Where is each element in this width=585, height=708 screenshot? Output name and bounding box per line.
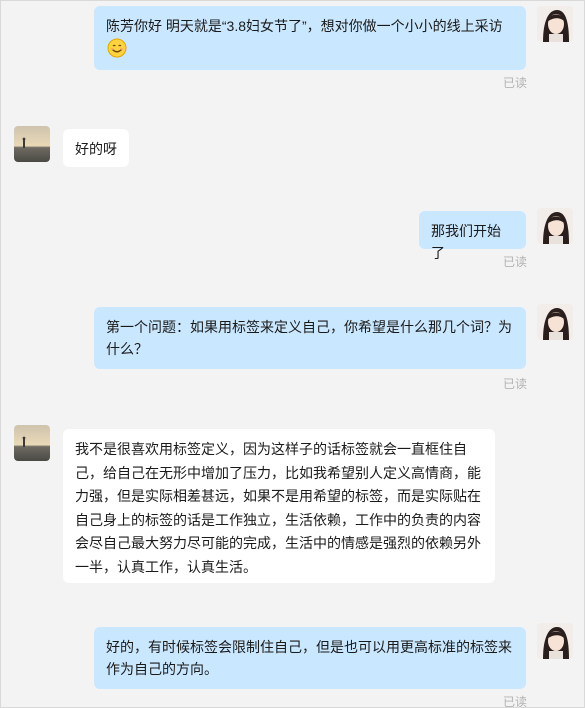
message-text: 我不是很喜欢用标签定义，因为这样子的话标签就会一直框住自己，给自己在无形中增加了… xyxy=(75,441,481,575)
my-avatar[interactable] xyxy=(537,304,573,340)
landscape-icon xyxy=(14,126,50,162)
message-bubble-sent[interactable]: 第一个问题：如果用标签来定义自己，你希望是什么那几个词？为什么？ xyxy=(94,307,526,369)
chat-window: 陈芳你好 明天就是“3.8妇女节了”，想对你做一个小小的线上采访 已读 好的呀 … xyxy=(0,0,585,708)
contact-avatar[interactable] xyxy=(14,425,50,461)
portrait-icon xyxy=(537,208,573,244)
message-bubble-sent[interactable]: 陈芳你好 明天就是“3.8妇女节了”，想对你做一个小小的线上采访 xyxy=(94,6,526,70)
message-bubble-sent[interactable]: 好的，有时候标签会限制住自己，但是也可以用更高标准的标签来作为自己的方向。 xyxy=(94,627,526,689)
smile-emoji-icon xyxy=(107,38,127,58)
message-text: 第一个问题：如果用标签来定义自己，你希望是什么那几个词？为什么？ xyxy=(106,319,512,357)
my-avatar[interactable] xyxy=(537,208,573,244)
portrait-icon xyxy=(537,304,573,340)
message-bubble-received[interactable]: 好的呀 xyxy=(63,129,129,167)
message-text: 好的呀 xyxy=(75,141,117,157)
my-avatar[interactable] xyxy=(537,623,573,659)
portrait-icon xyxy=(537,6,573,42)
message-bubble-received[interactable]: 我不是很喜欢用标签定义，因为这样子的话标签就会一直框住自己，给自己在无形中增加了… xyxy=(63,429,495,583)
read-status: 已读 xyxy=(503,255,528,269)
message-text: 那我们开始了 xyxy=(431,223,501,261)
my-avatar[interactable] xyxy=(537,6,573,42)
message-bubble-sent[interactable]: 那我们开始了 xyxy=(419,211,526,261)
read-status: 已读 xyxy=(503,695,528,708)
landscape-icon xyxy=(14,425,50,461)
message-text: 好的，有时候标签会限制住自己，但是也可以用更高标准的标签来作为自己的方向。 xyxy=(106,639,512,677)
read-status: 已读 xyxy=(503,76,528,90)
contact-avatar[interactable] xyxy=(14,126,50,162)
portrait-icon xyxy=(537,623,573,659)
read-status: 已读 xyxy=(503,377,528,391)
message-text: 陈芳你好 明天就是“3.8妇女节了”，想对你做一个小小的线上采访 xyxy=(106,18,503,34)
